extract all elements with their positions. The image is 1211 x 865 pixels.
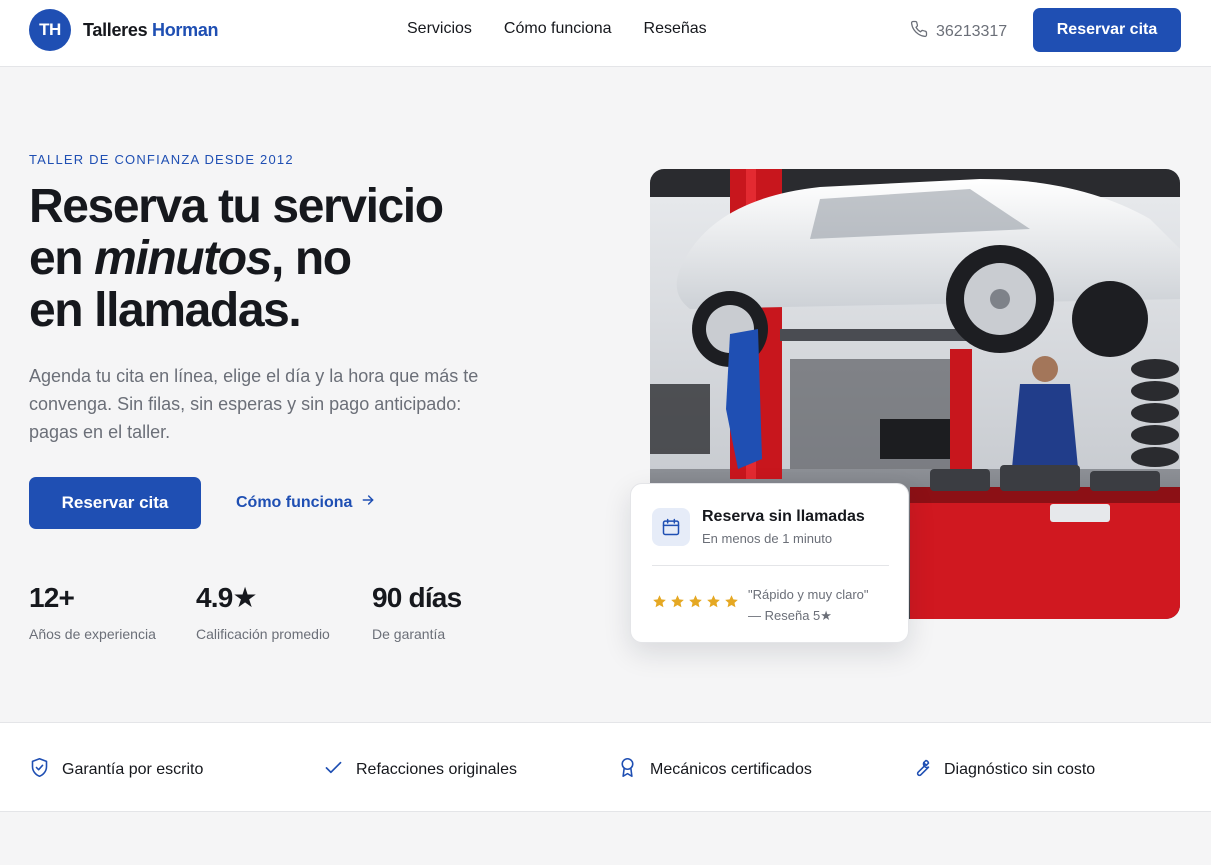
stat-rating: 4.9★ Calificación promedio xyxy=(196,582,372,642)
nav-links: Servicios Cómo funciona Reseñas xyxy=(407,20,707,38)
trust-item-mecanicos: Mecánicos certificados xyxy=(617,757,812,783)
review-text: "Rápido y muy claro" xyxy=(748,587,869,602)
shield-icon xyxy=(29,757,50,783)
brand-name-primary: Talleres xyxy=(83,19,148,40)
star-icon xyxy=(689,595,702,608)
calendar-icon xyxy=(652,508,690,546)
star-icon xyxy=(653,595,666,608)
star-icon xyxy=(707,595,720,608)
brand-name: Talleres Horman xyxy=(83,19,219,41)
trust-item-refacciones: Refacciones originales xyxy=(323,757,517,783)
hero-title: Reserva tu servicio en minutos, no en ll… xyxy=(29,181,589,337)
trust-label: Garantía por escrito xyxy=(62,761,204,778)
review-author: — Reseña 5★ xyxy=(748,608,832,623)
brand-badge: TH xyxy=(29,9,71,51)
booking-card: Reserva sin llamadas En menos de 1 minut… xyxy=(630,483,909,643)
trust-item-garantia: Garantía por escrito xyxy=(29,757,203,783)
rating-stars xyxy=(652,594,739,609)
hero-description: Agenda tu cita en línea, elige el día y … xyxy=(29,366,479,442)
phone-number: 36213317 xyxy=(936,22,1008,40)
card-title: Reserva sin llamadas xyxy=(702,508,865,525)
phone-icon xyxy=(910,20,928,43)
hero-como-funciona-link[interactable]: Cómo funciona xyxy=(236,492,376,513)
hero-title-line2-pre: en xyxy=(29,232,95,285)
stat-warranty: 90 días De garantía xyxy=(372,582,512,642)
trust-item-diagnostico: Diagnóstico sin costo xyxy=(911,757,1095,783)
nav-reservar-button[interactable]: Reservar cita xyxy=(1033,8,1181,52)
hero-eyebrow: TALLER DE CONFIANZA DESDE 2012 xyxy=(29,152,294,167)
stat-experience: 12+ Años de experiencia xyxy=(29,582,196,642)
trust-bar: Garantía por escrito Refacciones origina… xyxy=(0,722,1211,812)
trust-label: Mecánicos certificados xyxy=(650,761,812,778)
phone-link[interactable]: 36213317 xyxy=(910,20,1007,43)
stat-label: Años de experiencia xyxy=(29,626,156,642)
card-divider xyxy=(652,565,889,566)
nav-link-servicios[interactable]: Servicios xyxy=(407,20,472,38)
hero-stats: 12+ Años de experiencia 4.9★ Calificació… xyxy=(29,582,512,642)
trust-label: Refacciones originales xyxy=(356,761,517,778)
arrow-right-icon xyxy=(360,492,376,513)
star-icon xyxy=(671,595,684,608)
nav-link-como-funciona[interactable]: Cómo funciona xyxy=(504,20,612,38)
check-icon xyxy=(323,757,344,783)
stat-value: 90 días xyxy=(372,582,462,613)
hero-title-line1: Reserva tu servicio xyxy=(29,180,444,233)
hero-reservar-button[interactable]: Reservar cita xyxy=(29,477,201,529)
stat-label: De garantía xyxy=(372,626,446,642)
wrench-icon xyxy=(911,757,932,783)
brand-logo[interactable]: TH Talleres Horman xyxy=(29,9,219,51)
brand-name-accent: Horman xyxy=(152,19,219,40)
stat-value: 4.9★ xyxy=(196,582,258,613)
hero-title-line2-post: , no xyxy=(271,232,352,285)
top-navbar: TH Talleres Horman Servicios Cómo funcio… xyxy=(0,0,1211,67)
hero-title-emphasis: minutos xyxy=(94,232,272,285)
hero-como-funciona-label: Cómo funciona xyxy=(236,493,353,511)
stat-label: Calificación promedio xyxy=(196,626,330,642)
card-subtitle: En menos de 1 minuto xyxy=(702,531,833,546)
stat-value: 12+ xyxy=(29,582,75,613)
hero-title-line3: en llamadas. xyxy=(29,284,302,337)
trust-label: Diagnóstico sin costo xyxy=(944,761,1096,778)
star-icon xyxy=(725,595,738,608)
nav-link-resenas[interactable]: Reseñas xyxy=(644,20,707,38)
award-icon xyxy=(617,757,638,783)
review-quote: "Rápido y muy claro" — Reseña 5★ xyxy=(748,584,869,626)
